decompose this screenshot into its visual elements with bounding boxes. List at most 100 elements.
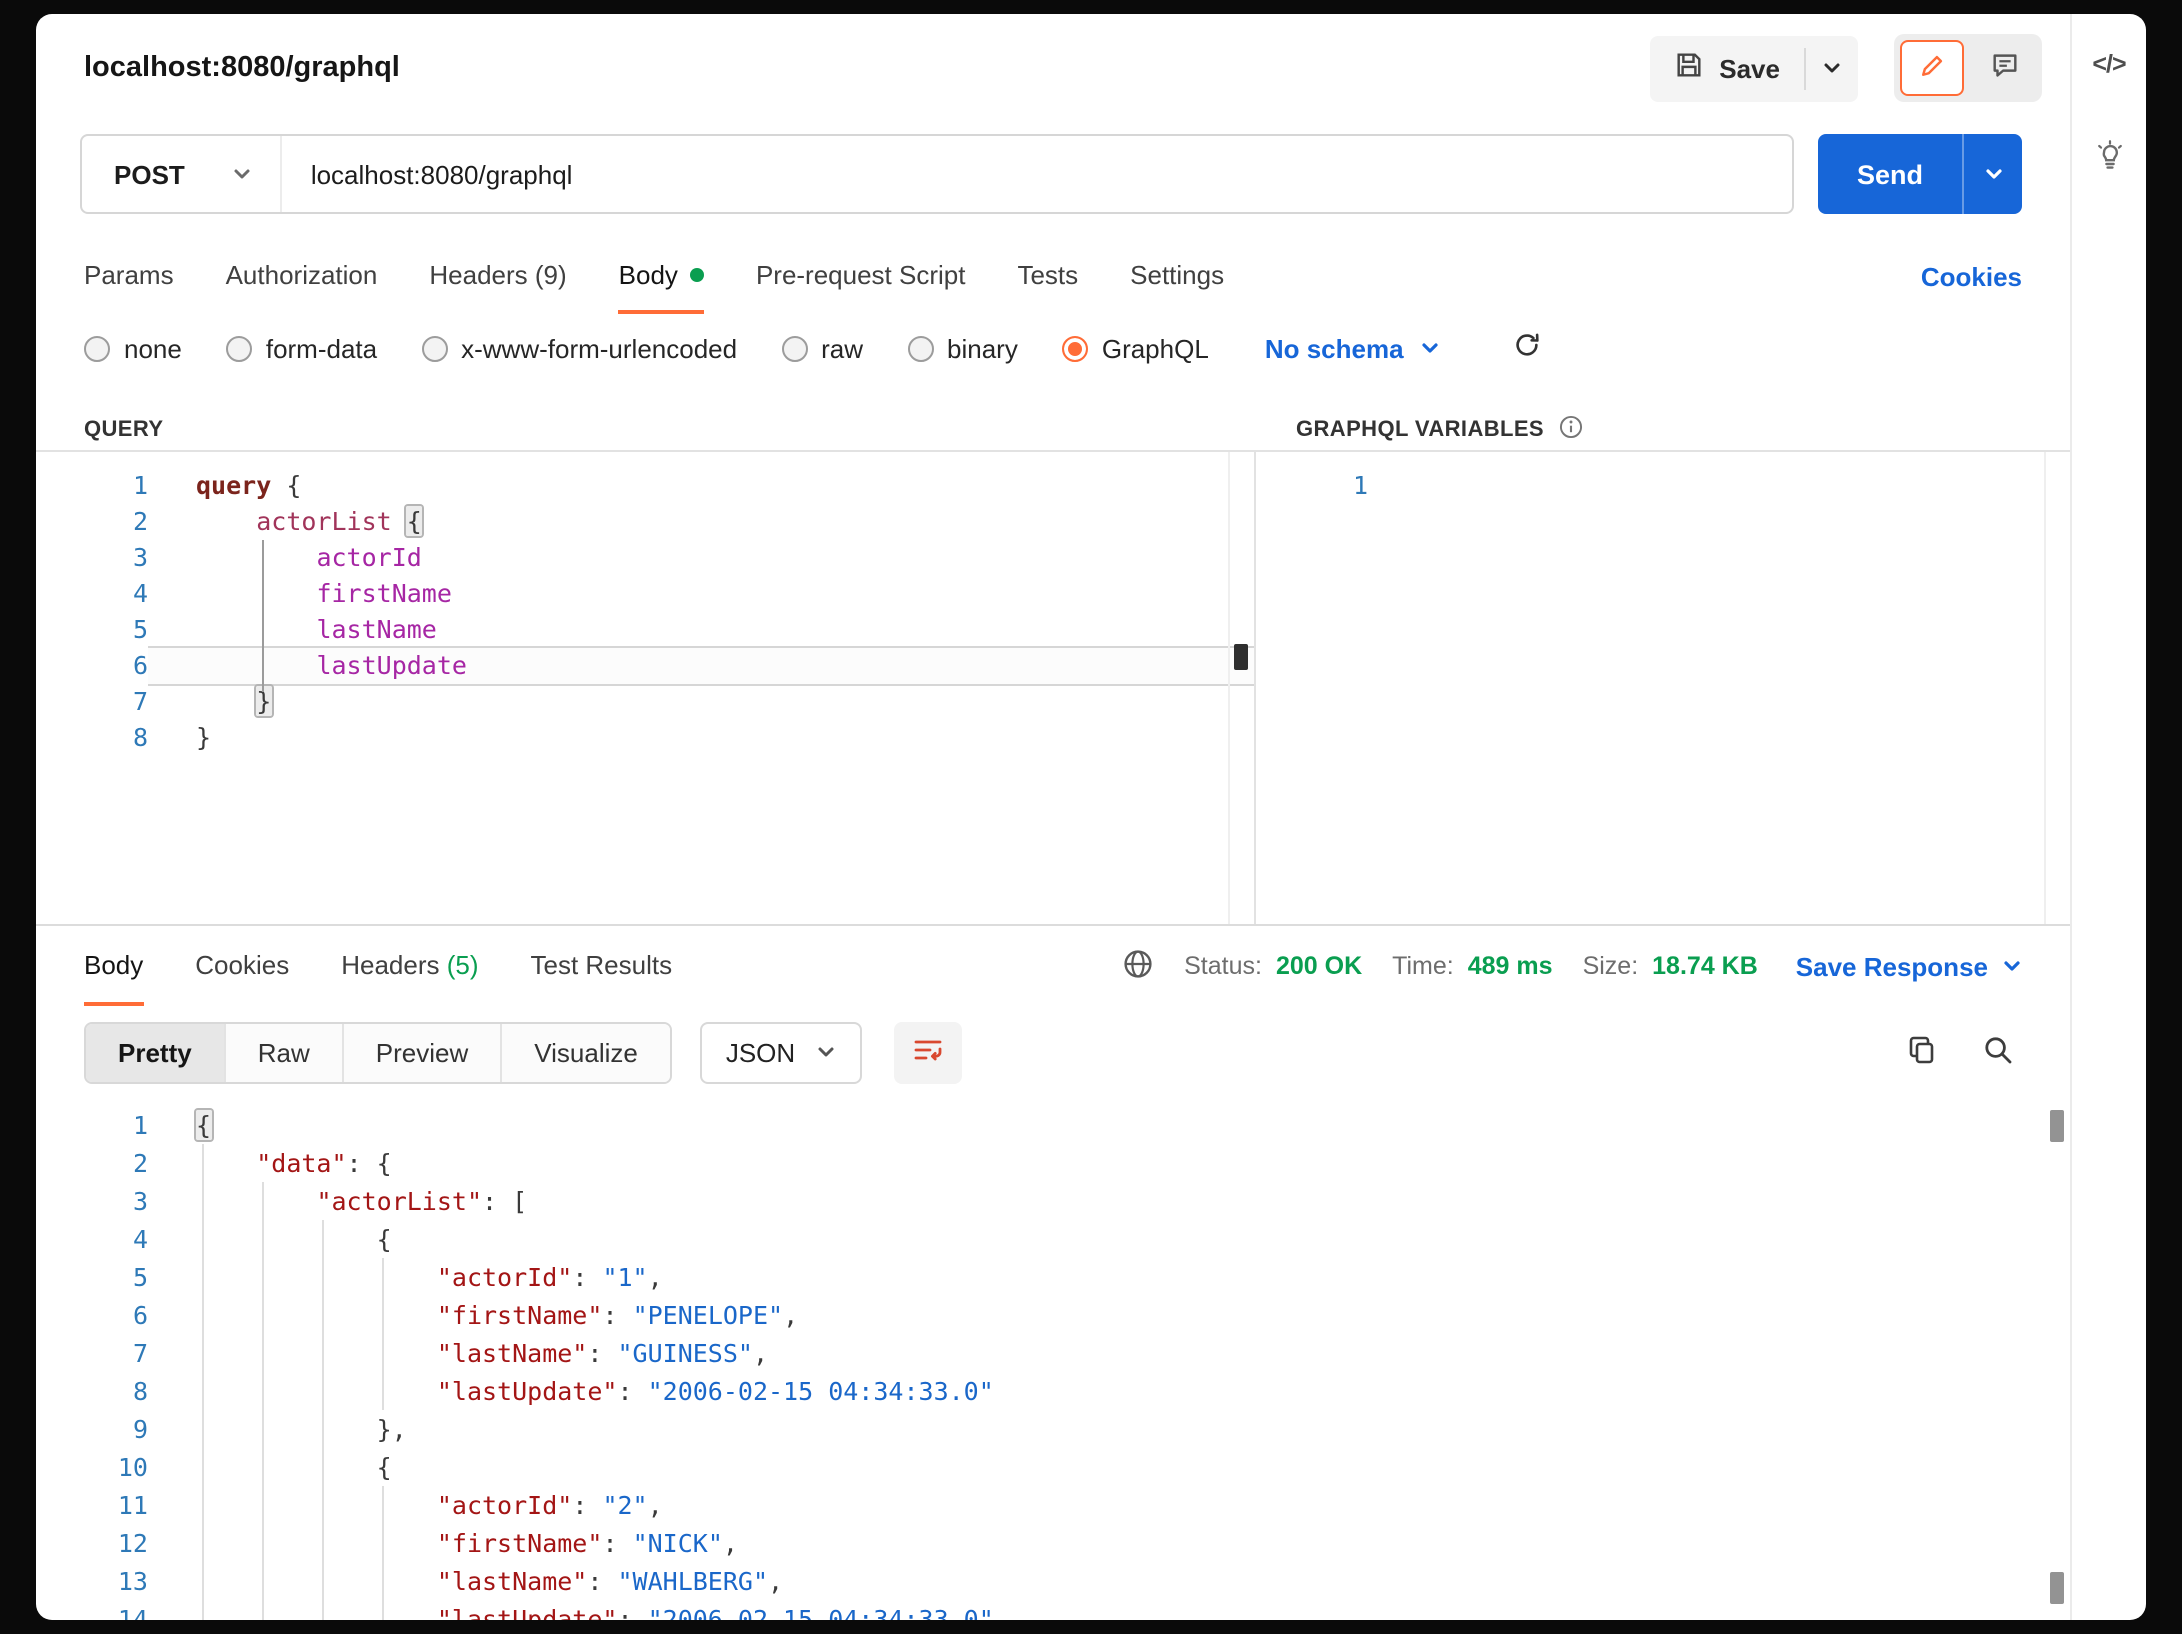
code-text: { [148,1448,2070,1486]
line-number: 12 [36,1524,148,1562]
body-type-raw[interactable]: raw [781,333,863,363]
code-line: 1query { [36,468,1254,504]
response-code: 1{2 "data": {3 "actorList": [4 {5 "actor… [36,1098,2070,1620]
variables-scrollbar[interactable] [2044,452,2070,924]
response-toolbar: PrettyRawPreviewVisualize JSON [36,1006,2070,1098]
edit-comment-group [1894,34,2042,102]
code-line: 14 "lastUpdate": "2006-02-15 04:34:33.0" [36,1600,2070,1620]
code-snippet-button[interactable]: </> [2092,50,2125,78]
request-tab-pre-request-script[interactable]: Pre-request Script [756,238,966,314]
code-token: { [196,1224,392,1254]
line-number: 10 [36,1448,148,1486]
request-tab-authorization[interactable]: Authorization [226,238,378,314]
search-icon [1982,1033,2014,1071]
tab-label: Tests [1017,259,1078,289]
code-line: 2 "data": { [36,1144,2070,1182]
view-tab-visualize[interactable]: Visualize [502,1023,670,1081]
response-tab-body[interactable]: Body [84,926,143,1006]
code-text: { [148,1106,2070,1144]
code-token: "2" [602,1490,647,1520]
code-token: firstName [316,578,451,608]
radio-icon [421,335,447,361]
code-text: firstName [148,576,1254,612]
tab-label: Cookies [195,949,289,979]
radio-label: form-data [266,333,377,363]
response-body[interactable]: 1{2 "data": {3 "actorList": [4 {5 "actor… [36,1098,2070,1620]
send-button[interactable]: Send [1818,134,1962,214]
save-button[interactable]: Save [1649,35,1804,101]
main-area: localhost:8080/graphql Save [36,14,2070,1620]
schema-selector[interactable]: No schema [1265,333,1440,363]
line-number: 4 [36,1220,148,1258]
code-token: { [196,1452,392,1482]
code-token [196,1262,437,1292]
variables-panel-title: GRAPHQL VARIABLES [1296,418,1544,442]
url-input[interactable] [283,159,1792,189]
wrap-lines-button[interactable] [893,1021,961,1083]
topbar: localhost:8080/graphql Save [36,14,2070,122]
body-type-graphql[interactable]: GraphQL [1062,333,1209,363]
view-tab-preview[interactable]: Preview [344,1023,503,1081]
code-text [1368,468,2070,504]
scrollbar-thumb[interactable] [1234,644,1248,670]
radio-icon [781,335,807,361]
response-tab-cookies[interactable]: Cookies [195,926,289,1006]
cookies-link[interactable]: Cookies [1921,261,2022,291]
code-line: 13 "lastName": "WAHLBERG", [36,1562,2070,1600]
line-number: 1 [36,1106,148,1144]
body-type-options: none form-data x-www-form-urlencoded raw bin… [84,333,1209,363]
send-options-button[interactable] [1962,134,2022,214]
response-tab-headers[interactable]: Headers (5) [341,926,478,1006]
tab-label: Settings [1130,259,1224,289]
code-line: 9 }, [36,1410,2070,1448]
refresh-schema-button[interactable] [1508,326,1546,370]
code-token [196,1148,256,1178]
response-scrollbar-thumb[interactable] [2050,1110,2064,1142]
search-button[interactable] [1974,1025,2022,1079]
format-selector[interactable]: JSON [700,1021,861,1083]
request-tab-tests[interactable]: Tests [1017,238,1078,314]
view-tab-raw[interactable]: Raw [226,1023,344,1081]
query-editor[interactable]: 1query {2 actorList {3 actorId4 firstNam… [36,450,1256,924]
indent-guide [382,1258,384,1410]
edit-button[interactable] [1900,40,1964,96]
request-tab-settings[interactable]: Settings [1130,238,1224,314]
radio-label: GraphQL [1102,333,1209,363]
body-type-binary[interactable]: binary [907,333,1018,363]
view-tab-pretty[interactable]: Pretty [86,1023,226,1081]
response-scrollbar-thumb[interactable] [2050,1572,2064,1604]
code-token [196,542,316,572]
tab-label: Body [84,949,143,979]
request-tab-body[interactable]: Body [619,238,704,314]
query-scrollbar[interactable] [1228,452,1254,924]
code-token: , [648,1490,663,1520]
request-tab-params[interactable]: Params [84,238,174,314]
code-text: lastName [148,612,1254,648]
response-tab-test-results[interactable]: Test Results [531,926,673,1006]
save-icon [1673,50,1703,86]
method-selector[interactable]: POST [82,136,283,212]
lightbulb-button[interactable] [2091,138,2127,180]
line-number: 8 [36,720,148,756]
body-type-none[interactable]: none [84,333,182,363]
schema-label: No schema [1265,333,1404,363]
body-type-form-data[interactable]: form-data [226,333,377,363]
line-number: 2 [36,1144,148,1182]
line-number: 7 [36,1334,148,1372]
lightbulb-icon [2091,138,2127,180]
line-number: 2 [36,504,148,540]
save-options-button[interactable] [1806,35,1858,101]
code-line: 7 "lastName": "GUINESS", [36,1334,2070,1372]
copy-button[interactable] [1898,1025,1946,1079]
body-type-x-www-form-urlencoded[interactable]: x-www-form-urlencoded [421,333,737,363]
code-text: "lastUpdate": "2006-02-15 04:34:33.0" [148,1600,2070,1620]
code-token [196,1566,437,1596]
request-tab-headers[interactable]: Headers (9) [429,238,566,314]
comments-button[interactable] [1972,40,2036,96]
line-number: 6 [36,648,148,684]
code-token [196,506,256,536]
save-response-button[interactable]: Save Response [1796,951,2022,981]
code-token: "lastUpdate" [437,1604,618,1620]
variables-editor[interactable]: 1 [1256,450,2070,924]
code-line: 3 actorId [36,540,1254,576]
